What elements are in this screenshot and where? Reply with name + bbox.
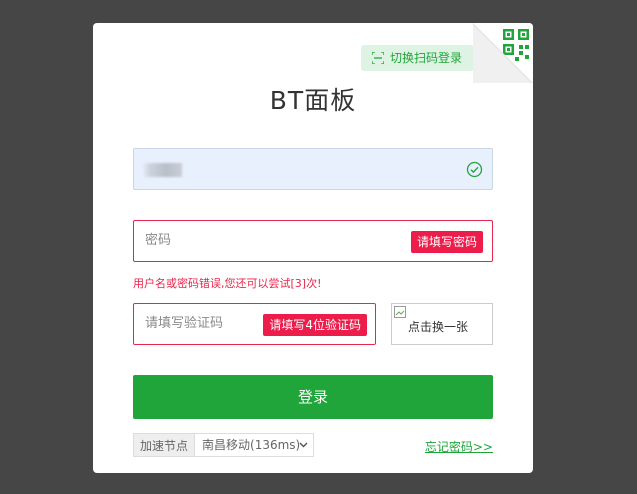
username-field[interactable] xyxy=(133,148,493,190)
node-select[interactable]: 南昌移动(136ms) xyxy=(194,433,315,457)
broken-image-icon xyxy=(394,306,406,318)
forgot-password-link[interactable]: 忘记密码>> xyxy=(425,438,493,455)
node-selector: 加速节点 南昌移动(136ms) xyxy=(133,433,315,457)
captcha-error-badge: 请填写4位验证码 xyxy=(263,314,367,336)
qr-code-toggle[interactable] xyxy=(473,23,533,83)
login-error-message: 用户名或密码错误,您还可以尝试[3]次! xyxy=(133,277,322,290)
node-selected-value: 南昌移动(136ms) xyxy=(202,438,301,452)
captcha-field[interactable]: 请填写验证码 请填写4位验证码 xyxy=(133,303,376,345)
qr-code-icon xyxy=(473,23,533,83)
password-placeholder: 密码 xyxy=(145,233,172,248)
page-title: BT面板 xyxy=(269,86,357,115)
captcha-placeholder: 请填写验证码 xyxy=(145,316,224,331)
qr-tip-label: 切换扫码登录 xyxy=(390,51,463,65)
chevron-down-icon xyxy=(299,442,308,448)
captcha-alt-text: 点击换一张 xyxy=(408,320,469,334)
scan-icon xyxy=(372,52,384,64)
password-field[interactable]: 密码 请填写密码 xyxy=(133,220,493,262)
captcha-image[interactable]: 点击换一张 xyxy=(391,303,493,345)
login-button[interactable]: 登录 xyxy=(133,375,493,419)
check-circle-icon xyxy=(466,161,483,178)
qr-switch-tip[interactable]: 切换扫码登录 xyxy=(361,45,480,71)
username-value-redacted xyxy=(142,163,182,177)
password-error-badge: 请填写密码 xyxy=(410,231,483,253)
node-label: 加速节点 xyxy=(133,433,195,457)
login-card: 切换扫码登录 BT面板 密码 请填写密码 用户名或密码错误,您还可以尝试[3]次… xyxy=(93,23,533,473)
